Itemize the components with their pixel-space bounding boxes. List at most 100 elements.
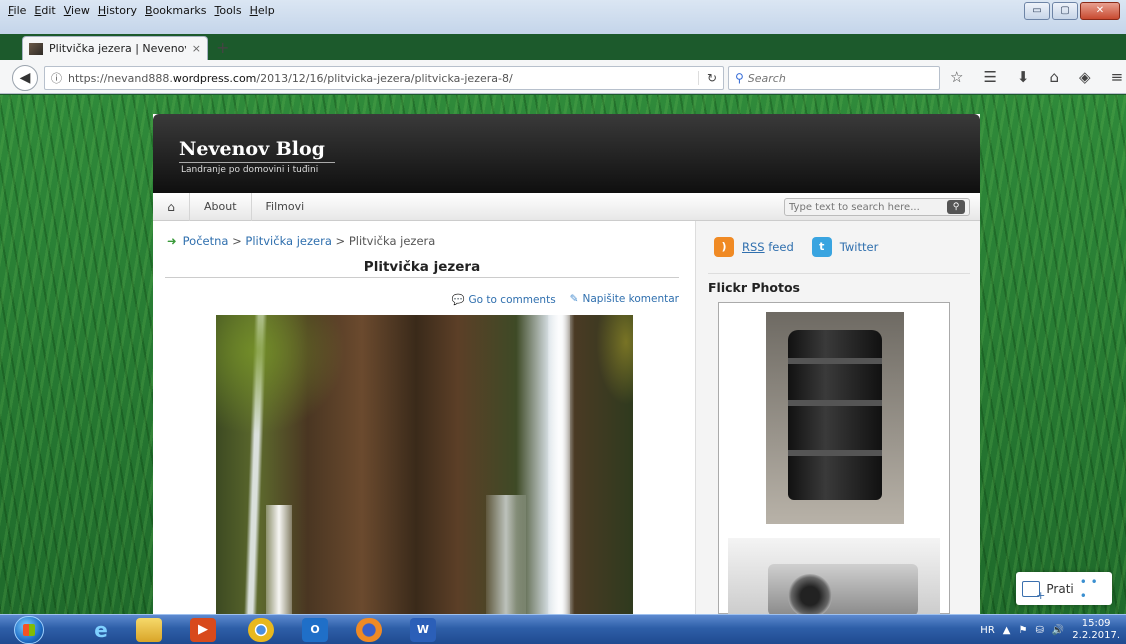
reading-list-icon[interactable]: ☰ [983,68,996,86]
menu-edit[interactable]: Edit [34,4,55,17]
menu-file[interactable]: File [8,4,26,17]
flickr-title: Flickr Photos [708,280,800,295]
maximize-button[interactable]: ▢ [1052,2,1078,20]
firefox-icon[interactable] [356,618,382,642]
system-tray: HR ▲ ⚑ ⛁ 🔊 15:09 2.2.2017. [980,618,1120,642]
breadcrumb: ➜ Početna > Plitvička jezera > Plitvička … [167,234,435,248]
media-player-icon[interactable]: ▶ [190,618,216,642]
menu-help[interactable]: Help [250,4,275,17]
new-tab-button[interactable]: + [216,38,229,57]
clock-time: 15:09 [1081,618,1111,629]
rss-icon[interactable]: ) [714,237,734,257]
lens-ring [788,400,882,406]
flickr-gallery [718,302,950,614]
clock-date: 2.2.2017. [1072,630,1120,641]
reload-icon[interactable]: ↻ [697,71,717,85]
close-window-button[interactable]: ✕ [1080,2,1120,20]
blog-search-input[interactable] [785,201,947,213]
waterfall-photo[interactable] [216,315,633,614]
flickr-photo-lens[interactable] [766,312,904,524]
window-controls: ▭ ▢ ✕ [1024,2,1120,20]
network-icon[interactable]: ⛁ [1035,625,1043,636]
post-content: ➜ Početna > Plitvička jezera > Plitvička … [153,221,695,614]
breadcrumb-arrow-icon: ➜ [167,234,177,248]
word-icon[interactable]: W [410,618,436,642]
title-underline [179,162,335,163]
show-hidden-icons-icon[interactable]: ▲ [1003,625,1011,636]
pocket-icon[interactable]: ◈ [1079,68,1091,86]
go-to-comments-link[interactable]: 💬 Go to comments [451,293,555,306]
follow-button[interactable]: Prati • • • [1016,572,1112,605]
search-icon: ⚲ [735,71,744,85]
url-path: /2013/12/16/plitvicka-jezera/plitvicka-j… [256,71,513,85]
blog-title[interactable]: Nevenov Blog [179,138,325,160]
menu-view[interactable]: View [64,4,90,17]
navigation-toolbar: ◀ ⓘ https://nevand888.wordpress.com/2013… [0,60,1126,94]
breadcrumb-sep: > [232,234,242,248]
minimize-button[interactable]: ▭ [1024,2,1050,20]
sidebar-divider [708,273,970,274]
downloads-icon[interactable]: ⬇ [1017,68,1030,86]
blog-search-button[interactable]: ⚲ [947,200,965,214]
flag-icon[interactable]: ⚑ [1018,625,1027,636]
follow-label: Prati [1046,581,1074,596]
breadcrumb-parent[interactable]: Plitvička jezera [245,234,331,248]
breadcrumb-home[interactable]: Početna [183,234,229,248]
windows-taskbar: e ▶ O W HR ▲ ⚑ ⛁ 🔊 15:09 2.2.2017. [0,614,1126,644]
post-title: Plitvička jezera [165,259,679,278]
lens-ring [788,450,882,456]
twitter-link[interactable]: Twitter [840,240,879,254]
menu-tools[interactable]: Tools [214,4,241,17]
write-comment-icon: ✎ [569,293,579,305]
rss-label: feed [764,240,794,254]
outlook-icon[interactable]: O [302,618,328,642]
go-to-comments-label: Go to comments [468,294,556,306]
camera-lens [788,574,832,614]
start-button[interactable] [14,616,44,644]
breadcrumb-current: Plitvička jezera [348,234,436,248]
rss-abbr: RSS [742,240,765,254]
nav-home-icon[interactable]: ⌂ [153,200,189,214]
write-comment-link[interactable]: ✎ Napišite komentar [570,293,679,306]
more-options-icon[interactable]: • • • [1080,575,1106,603]
camera-shape [768,564,918,614]
volume-icon[interactable]: 🔊 [1052,625,1064,636]
url-bar[interactable]: ⓘ https://nevand888.wordpress.com/2013/1… [44,66,724,90]
language-indicator[interactable]: HR [980,625,994,636]
url-text[interactable]: https://nevand888.wordpress.com/2013/12/… [68,72,513,85]
menu-history[interactable]: History [98,4,137,17]
nav-about[interactable]: About [189,192,251,221]
photo-detail [486,495,526,614]
bookmark-star-icon[interactable]: ☆ [950,68,963,86]
photo-detail [548,315,570,614]
twitter-icon[interactable]: t [811,237,832,257]
internet-explorer-icon[interactable]: e [88,618,114,642]
browser-tab[interactable]: Plitvička jezera | Nevenov B... × [22,36,208,60]
clock[interactable]: 15:09 2.2.2017. [1072,618,1120,642]
menu-bookmarks[interactable]: Bookmarks [145,4,206,17]
hamburger-menu-icon[interactable]: ≡ [1111,68,1124,86]
photo-detail [216,315,346,435]
browser-search-input[interactable] [747,71,918,85]
rss-feed-link[interactable]: RSS feed [742,240,794,254]
tab-title: Plitvička jezera | Nevenov B... [49,42,186,55]
blog-container: Nevenov Blog Landranje po domovini i tuđ… [153,114,980,614]
flickr-photo-camera[interactable] [728,538,940,614]
file-explorer-icon[interactable] [136,618,162,642]
photo-detail [266,505,292,614]
back-arrow-icon: ◀ [19,70,31,86]
back-button[interactable]: ◀ [12,65,38,91]
blog-nav: ⌂ About Filmovi ⚲ [153,192,980,221]
tab-close-button[interactable]: × [192,42,201,55]
write-comment-label: Napišite komentar [582,293,679,305]
blog-tagline: Landranje po domovini i tuđini [181,165,319,175]
favicon-icon [29,42,43,55]
browser-search-box[interactable]: ⚲ [728,66,940,90]
sidebar: ) RSS feed t Twitter Flickr Photos [695,221,980,614]
url-domain: wordpress.com [172,71,257,85]
chrome-icon[interactable] [248,618,274,642]
home-icon[interactable]: ⌂ [1049,68,1059,86]
nav-filmovi[interactable]: Filmovi [250,192,319,221]
toolbar-icons: ☆ ☰ ⬇ ⌂ ◈ ≡ [950,68,1123,86]
site-info-icon[interactable]: ⓘ [51,70,62,86]
